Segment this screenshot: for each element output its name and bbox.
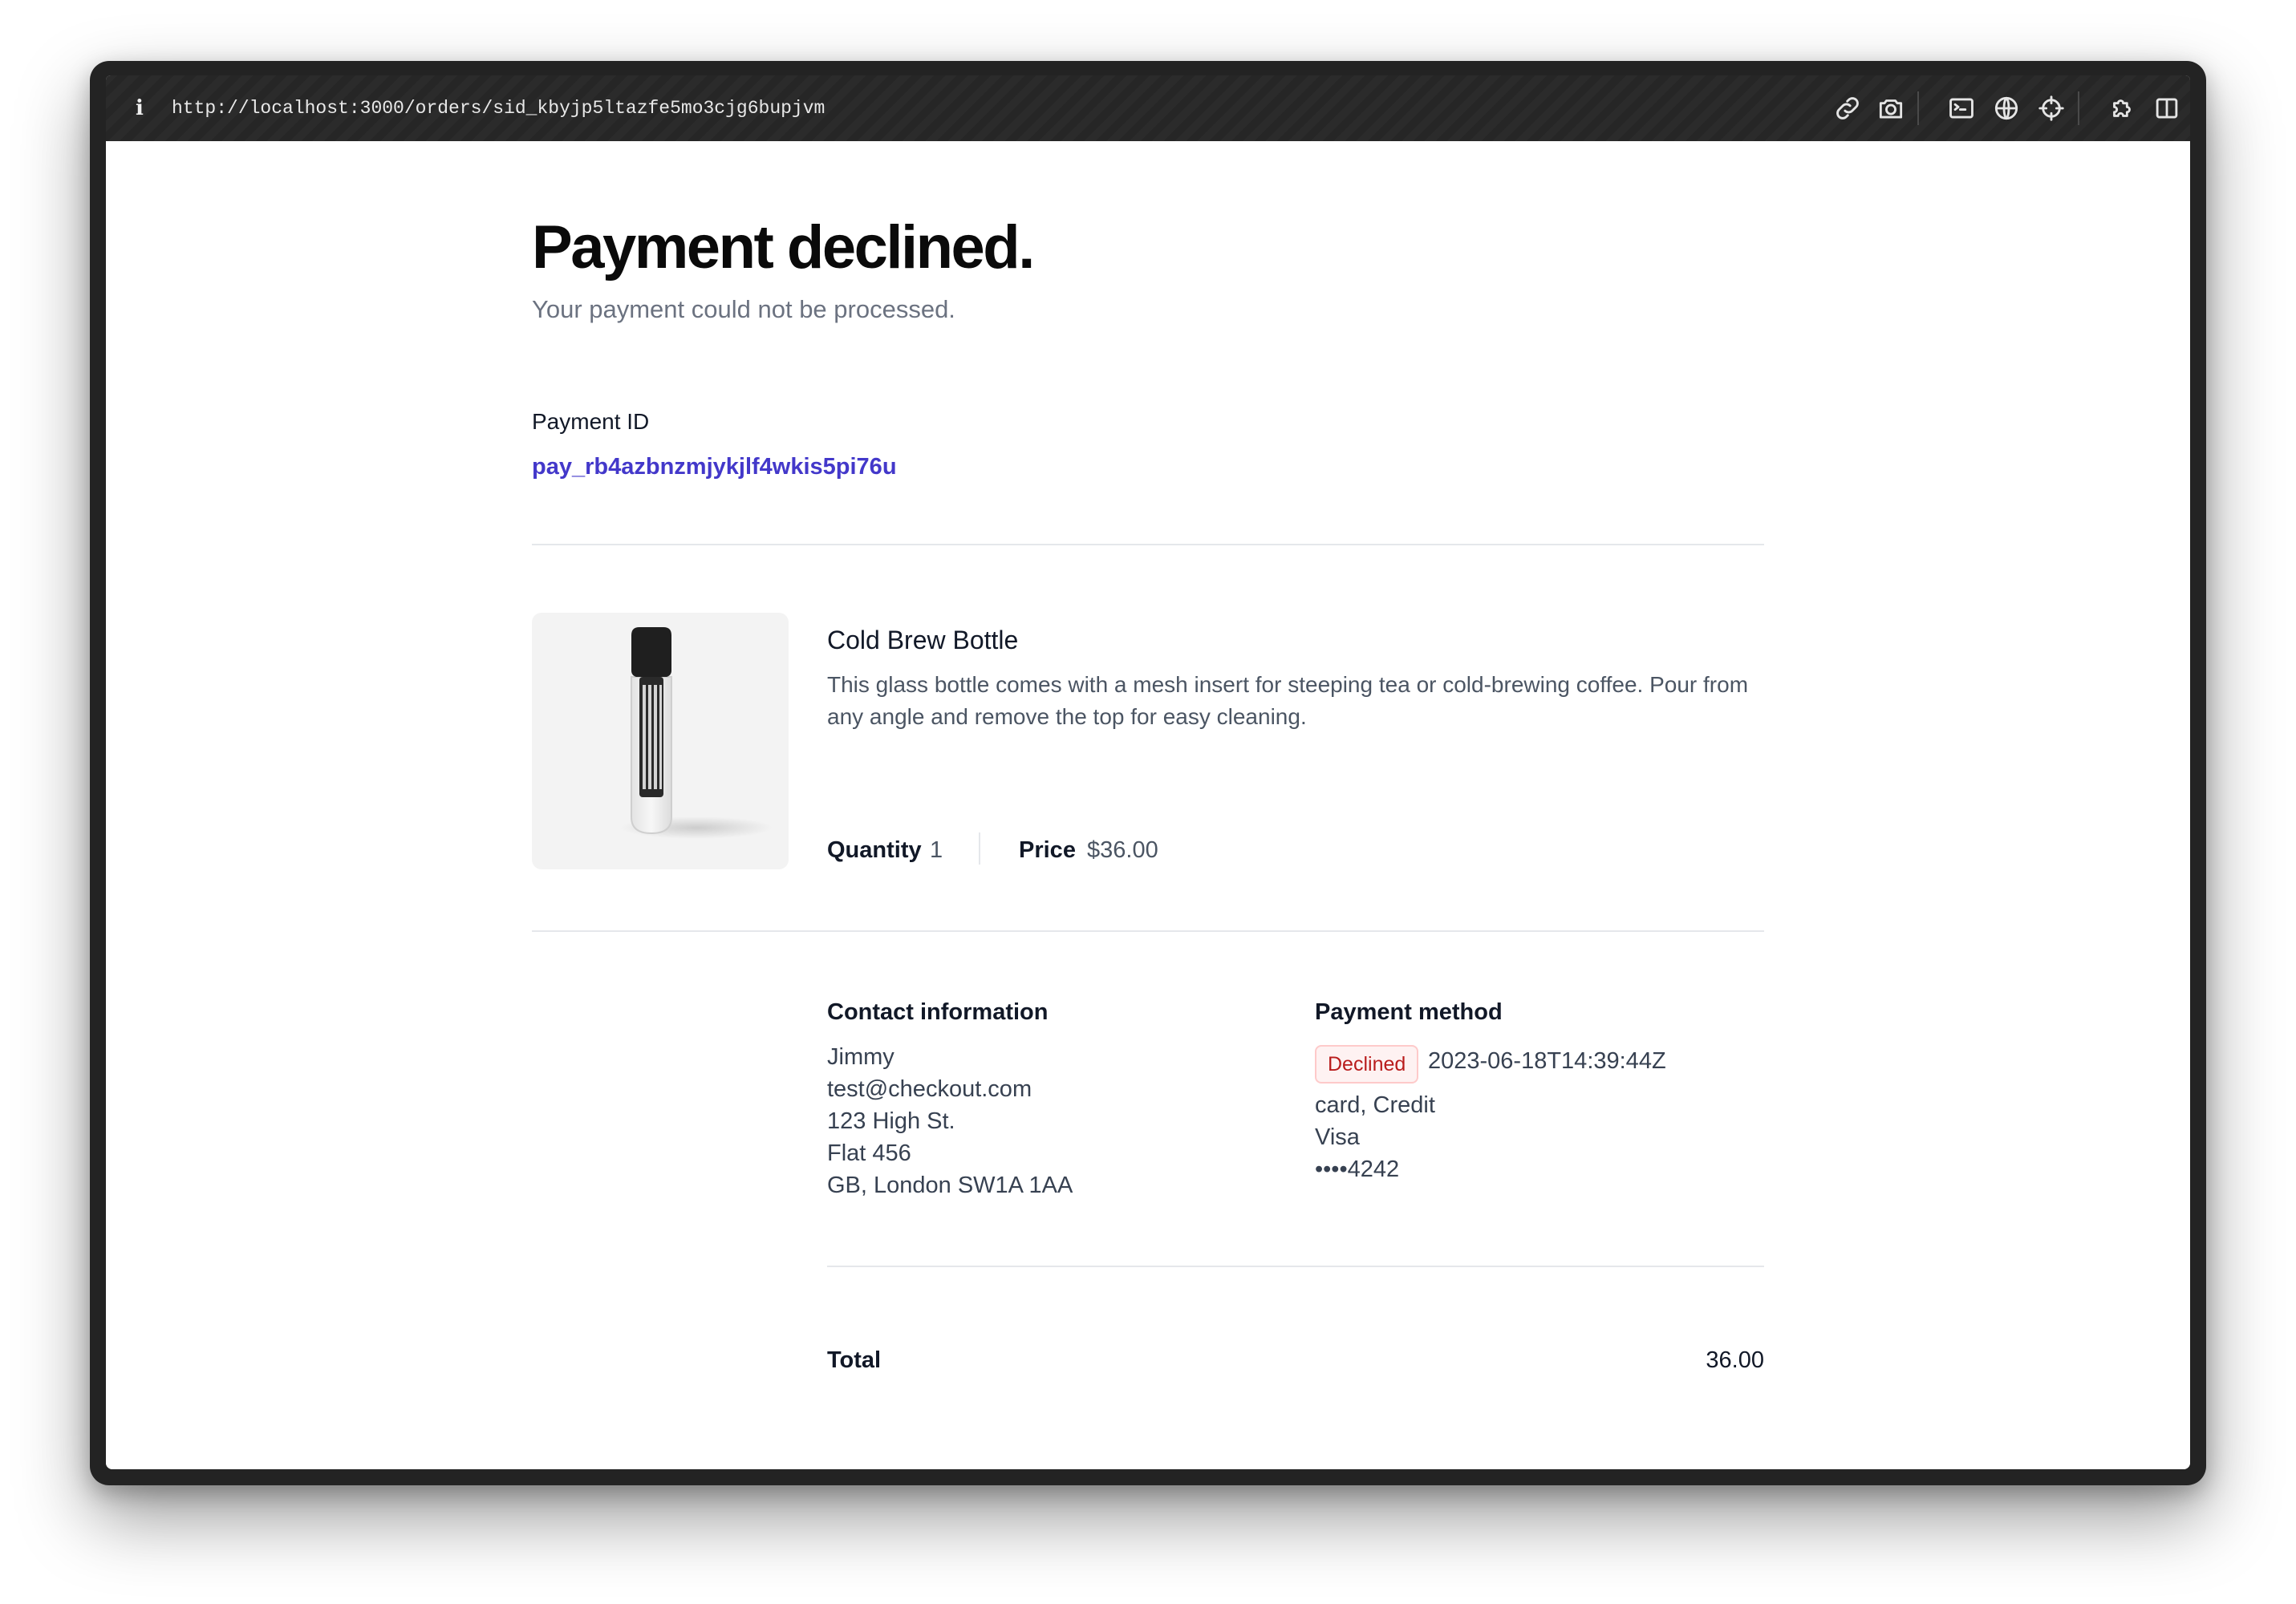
page-subtitle: Your payment could not be processed. xyxy=(532,295,955,323)
total-label: Total xyxy=(827,1347,882,1373)
payment-id-label: Payment ID xyxy=(532,409,650,434)
payment-date: 2023-06-18T14:39:44Z xyxy=(1428,1048,1666,1074)
crosshair-icon[interactable] xyxy=(2036,93,2067,124)
address-bar[interactable]: http://localhost:3000/orders/sid_kbyjp5l… xyxy=(172,95,825,122)
payment-method-details: card, Credit Visa ••••4242 xyxy=(1315,1089,1435,1185)
globe-icon[interactable] xyxy=(1991,93,2022,124)
camera-icon[interactable] xyxy=(1876,93,1906,124)
contact-address-line-1: 123 High St. xyxy=(827,1108,955,1134)
extensions-icon[interactable] xyxy=(2107,93,2137,124)
quantity-price-divider xyxy=(979,832,980,865)
contact-address-line-3: GB, London SW1A 1AA xyxy=(827,1173,1073,1198)
divider xyxy=(827,1266,1764,1267)
contact-address-line-2: Flat 456 xyxy=(827,1140,911,1166)
link-icon[interactable] xyxy=(1832,93,1863,124)
contact-details: Jimmy test@checkout.com 123 High St. Fla… xyxy=(827,1041,1073,1201)
divider xyxy=(532,544,1764,545)
contact-email: test@checkout.com xyxy=(827,1076,1032,1102)
split-view-icon[interactable] xyxy=(2152,93,2182,124)
contact-information-label: Contact information xyxy=(827,999,1049,1025)
price-value: $36.00 xyxy=(1087,837,1158,863)
divider xyxy=(532,930,1764,932)
payment-method-label: Payment method xyxy=(1315,999,1503,1025)
toolbar-divider xyxy=(1917,91,1919,125)
info-icon[interactable]: i xyxy=(132,96,148,120)
product-description: This glass bottle comes with a mesh inse… xyxy=(827,672,1749,729)
price-label: Price xyxy=(1019,837,1076,863)
quantity-value: 1 xyxy=(930,837,943,863)
contact-name: Jimmy xyxy=(827,1044,894,1070)
card-last-four: ••••4242 xyxy=(1315,1156,1400,1182)
payment-type: card, Credit xyxy=(1315,1092,1435,1118)
page-content: Payment declined. Your payment could not… xyxy=(106,141,2190,1469)
product-image xyxy=(532,613,789,869)
toolbar-divider xyxy=(2078,91,2079,125)
terminal-icon[interactable] xyxy=(1946,93,1977,124)
quantity-label: Quantity xyxy=(827,837,922,863)
payment-id-link[interactable]: pay_rb4azbnzmjykjlf4wkis5pi76u xyxy=(532,454,897,480)
bottle-illustration xyxy=(620,627,773,839)
page-title: Payment declined. xyxy=(532,213,1035,282)
total-value: 36.00 xyxy=(1706,1347,1764,1373)
product-name: Cold Brew Bottle xyxy=(827,626,1019,654)
declined-status-badge: Declined xyxy=(1315,1045,1419,1084)
browser-toolbar: i http://localhost:3000/orders/sid_kbyjp… xyxy=(106,75,2190,141)
browser-window: i http://localhost:3000/orders/sid_kbyjp… xyxy=(106,75,2190,1469)
card-brand: Visa xyxy=(1315,1124,1360,1150)
